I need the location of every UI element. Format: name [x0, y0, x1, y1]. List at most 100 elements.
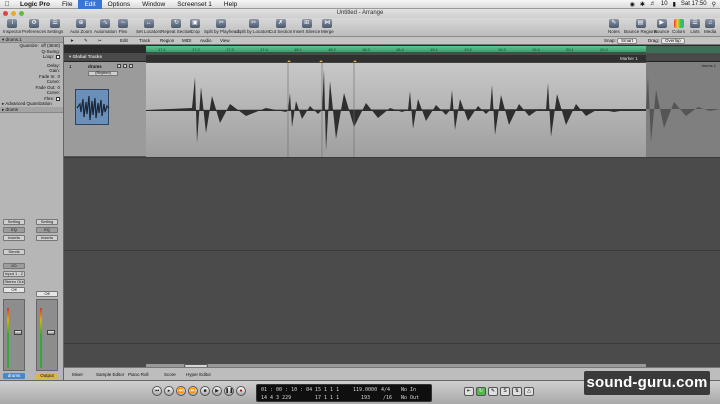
- settings-button[interactable]: ☰ Settings: [47, 19, 63, 34]
- solo-mode-button[interactable]: S: [500, 387, 510, 396]
- metronome-button[interactable]: △: [524, 387, 534, 396]
- cycle-button[interactable]: ↻: [476, 387, 486, 396]
- menu-help[interactable]: Help: [218, 0, 243, 9]
- strip1-inserts-slot[interactable]: Inserts: [3, 235, 25, 241]
- strip2-eq-slot[interactable]: EQ: [36, 227, 58, 233]
- punch-button[interactable]: ⇤: [464, 387, 474, 396]
- local-menu-track[interactable]: Track: [139, 38, 150, 43]
- tab-mixer[interactable]: Mixer: [72, 372, 83, 377]
- track-solo-button[interactable]: [123, 64, 127, 68]
- lists-button[interactable]: ☰ Lists: [690, 19, 700, 34]
- strip2-inserts-slot[interactable]: Inserts: [36, 235, 58, 241]
- zoom-window-button[interactable]: [19, 11, 24, 16]
- tab-sample-editor[interactable]: Sample Editor: [96, 372, 124, 377]
- strip1-output-slot[interactable]: Stereo Out: [3, 279, 25, 285]
- battery-label[interactable]: 10: [661, 1, 668, 7]
- local-menu-audio[interactable]: Audio: [200, 38, 212, 43]
- time-signature[interactable]: 4/4: [381, 387, 390, 393]
- cut-section-button[interactable]: ✗ Cut Section: [269, 19, 292, 34]
- strip2-name[interactable]: Output: [36, 373, 58, 379]
- bounce-button[interactable]: ▶ Bounce: [654, 19, 669, 34]
- crop-button[interactable]: ▣ Crop: [190, 19, 200, 34]
- clock[interactable]: Sat 17:50: [681, 1, 707, 7]
- right-locator[interactable]: 17 1 1 1: [315, 395, 339, 401]
- apple-icon[interactable]: : [0, 1, 14, 8]
- automation-button[interactable]: ∿ Automation: [94, 19, 117, 34]
- tool-pointer-icon[interactable]: ➤: [70, 38, 74, 44]
- snap-select[interactable]: Smart: [617, 38, 638, 44]
- transport-display[interactable]: 01 : 00 : 10 : 04 14 4 3 229 15 1 1 1 17…: [256, 384, 432, 402]
- bounce-regions-button[interactable]: ▤ Bounce Regions: [624, 19, 657, 34]
- menu-options[interactable]: Options: [102, 0, 136, 9]
- replace-button[interactable]: ✎: [488, 387, 498, 396]
- local-menu-edit[interactable]: Edit: [120, 38, 128, 43]
- battery-icon[interactable]: ▮: [673, 1, 676, 8]
- flex-button[interactable]: ∼ Flex: [118, 19, 128, 34]
- marker-lane[interactable]: [146, 55, 646, 62]
- loop-checkbox[interactable]: [56, 55, 60, 59]
- track-header-drums[interactable]: 1 drums (Rhythm): [64, 62, 146, 157]
- smpte-position[interactable]: 01 : 00 : 10 : 04: [261, 387, 312, 393]
- menu-screenset[interactable]: Screenset 1: [171, 0, 218, 9]
- pause-button[interactable]: ❚❚: [224, 386, 234, 396]
- repeat-section-button[interactable]: ↻ Repeat Section: [161, 19, 192, 34]
- insert-silence-button[interactable]: ⊞ Insert Silence: [293, 19, 320, 34]
- media-button[interactable]: ♫ Media: [704, 19, 716, 34]
- strip1-sends-slot[interactable]: Sends: [3, 249, 25, 255]
- split-by-playhead-button[interactable]: ✂ Split by Playhead: [204, 19, 239, 34]
- strip1-setting-slot[interactable]: Setting: [3, 219, 25, 225]
- param-loop[interactable]: Loop:: [0, 54, 63, 60]
- strip1-name[interactable]: drums: [3, 373, 25, 379]
- play-button[interactable]: ▶: [212, 386, 222, 396]
- strip2-volume-fader[interactable]: [47, 330, 55, 335]
- auto-zoom-button[interactable]: ⊕ Auto Zoom: [70, 19, 92, 34]
- divisions-display[interactable]: 193: [361, 395, 370, 401]
- drag-select[interactable]: Overlap: [661, 38, 685, 44]
- tab-score[interactable]: Score: [164, 372, 176, 377]
- stop-button[interactable]: ■: [200, 386, 210, 396]
- menu-window[interactable]: Window: [136, 0, 171, 9]
- marker-label[interactable]: Marker 1: [620, 56, 638, 61]
- strip2-setting-slot[interactable]: Setting: [36, 219, 58, 225]
- go-to-beginning-button[interactable]: ⏮: [152, 386, 162, 396]
- menu-file[interactable]: File: [56, 0, 78, 9]
- tempo-display[interactable]: 119.0000: [353, 387, 377, 393]
- preferences-button[interactable]: ⚙ Preferences: [22, 19, 46, 34]
- tool-scissors-icon[interactable]: ✂: [98, 38, 102, 44]
- local-menu-midi[interactable]: MIDI: [182, 38, 192, 43]
- audio-region[interactable]: [146, 62, 646, 158]
- play-from-selection-button[interactable]: ▸: [164, 386, 174, 396]
- notes-button[interactable]: ✎ Notes: [608, 19, 620, 34]
- minimize-window-button[interactable]: [11, 11, 16, 16]
- record-button[interactable]: ●: [236, 386, 246, 396]
- local-menu-view[interactable]: View: [220, 38, 230, 43]
- ruler-outside-cycle[interactable]: [646, 46, 720, 53]
- split-by-locators-button[interactable]: ✂ Split by Locators: [237, 19, 270, 34]
- strip1-input-slot[interactable]: Input 1 - 2: [3, 271, 25, 277]
- tab-piano-roll[interactable]: Piano Roll: [128, 372, 149, 377]
- track-mute-button[interactable]: [117, 64, 121, 68]
- fast-forward-button[interactable]: ⏩: [188, 386, 198, 396]
- strip2-automation-mode[interactable]: Off: [36, 291, 58, 297]
- strip1-automation-mode[interactable]: Off: [3, 287, 25, 293]
- wifi-icon[interactable]: ◉: [630, 1, 635, 8]
- tab-hyper-editor[interactable]: Hyper Editor: [186, 372, 211, 377]
- volume-icon[interactable]: ♬: [650, 1, 656, 7]
- flex-checkbox[interactable]: [56, 96, 60, 101]
- bar-position[interactable]: 14 4 3 229: [261, 395, 291, 401]
- bluetooth-icon[interactable]: ✱: [640, 1, 645, 8]
- track-name[interactable]: drums: [88, 64, 102, 69]
- track-parameters-header[interactable]: ▸ drums: [0, 107, 63, 113]
- colors-button[interactable]: Colors: [672, 19, 685, 34]
- arrange-empty-area[interactable]: [64, 157, 720, 367]
- division-display[interactable]: /16: [383, 395, 392, 401]
- strip1-volume-fader[interactable]: [14, 330, 22, 335]
- merge-button[interactable]: ⋈ Merge: [321, 19, 334, 34]
- left-locator[interactable]: 15 1 1 1: [315, 387, 339, 393]
- rewind-button[interactable]: ⏪: [176, 386, 186, 396]
- tool-pencil-icon[interactable]: ✎: [84, 38, 88, 44]
- strip1-eq-slot[interactable]: EQ: [3, 227, 25, 233]
- inspector-button[interactable]: i Inspector: [3, 19, 22, 34]
- local-menu-region[interactable]: Region: [160, 38, 174, 43]
- sync-button[interactable]: ⇅: [512, 387, 522, 396]
